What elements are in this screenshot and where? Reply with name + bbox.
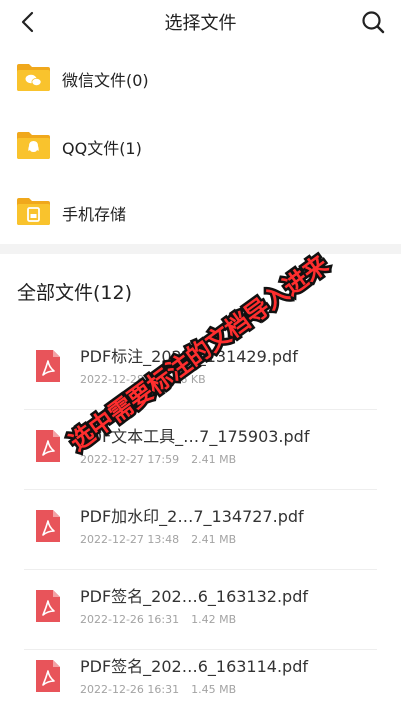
pdf-file-icon	[36, 660, 60, 692]
pdf-file-icon	[36, 510, 60, 542]
file-size: 2.41 MB	[191, 533, 237, 546]
file-item[interactable]: PDF文本工具_…7_175903.pdf 2022-12-27 17:59 2.…	[0, 410, 401, 490]
file-meta: 2022-12-26 16:31 1.45 MB	[80, 683, 236, 696]
folder-label: 手机存储	[62, 205, 127, 224]
file-meta: 2022-12-27 17:59 2.41 MB	[80, 453, 236, 466]
file-meta: 2022-12-27 13:48 2.41 MB	[80, 533, 236, 546]
file-date: 2022-12-27 13:48	[80, 533, 180, 546]
file-size: 1.42 MB	[191, 613, 237, 626]
file-item[interactable]: PDF签名_202…6_163114.pdf 2022-12-26 16:31 1…	[0, 640, 401, 720]
file-size: 2.41 MB	[191, 453, 237, 466]
folder-label: QQ文件(1)	[62, 139, 142, 158]
file-date: 2022-12-26 16:31	[80, 683, 180, 696]
file-name: PDF签名_202…6_163132.pdf	[80, 587, 309, 606]
file-name: PDF签名_202…6_163114.pdf	[80, 657, 309, 676]
section-divider	[0, 244, 401, 254]
page-title: 选择文件	[164, 13, 237, 34]
qq-folder-icon	[17, 132, 50, 159]
phone-storage-folder-icon	[17, 198, 50, 225]
file-size: 1.45 MB	[191, 683, 237, 696]
file-date: 2022-12-26 16:31	[80, 613, 180, 626]
folder-label: 微信文件(0)	[62, 71, 149, 90]
all-files-title: 全部文件(12)	[17, 282, 133, 304]
folder-item-wechat[interactable]: 微信文件(0)	[0, 47, 401, 113]
pdf-file-icon	[36, 590, 60, 622]
pdf-file-icon	[36, 350, 60, 382]
search-icon[interactable]	[359, 8, 387, 36]
file-item[interactable]: PDF签名_202…6_163132.pdf 2022-12-26 16:31 1…	[0, 570, 401, 650]
file-meta: 2022-12-26 16:31 1.42 MB	[80, 613, 236, 626]
file-item[interactable]: PDF加水印_2…7_134727.pdf 2022-12-27 13:48 2.…	[0, 490, 401, 570]
wechat-folder-icon	[17, 64, 50, 91]
folder-item-qq[interactable]: QQ文件(1)	[0, 115, 401, 181]
file-name: PDF加水印_2…7_134727.pdf	[80, 507, 304, 526]
pdf-file-icon	[36, 430, 60, 462]
top-bar: 选择文件	[0, 0, 401, 44]
folder-item-phone-storage[interactable]: 手机存储	[0, 181, 401, 247]
